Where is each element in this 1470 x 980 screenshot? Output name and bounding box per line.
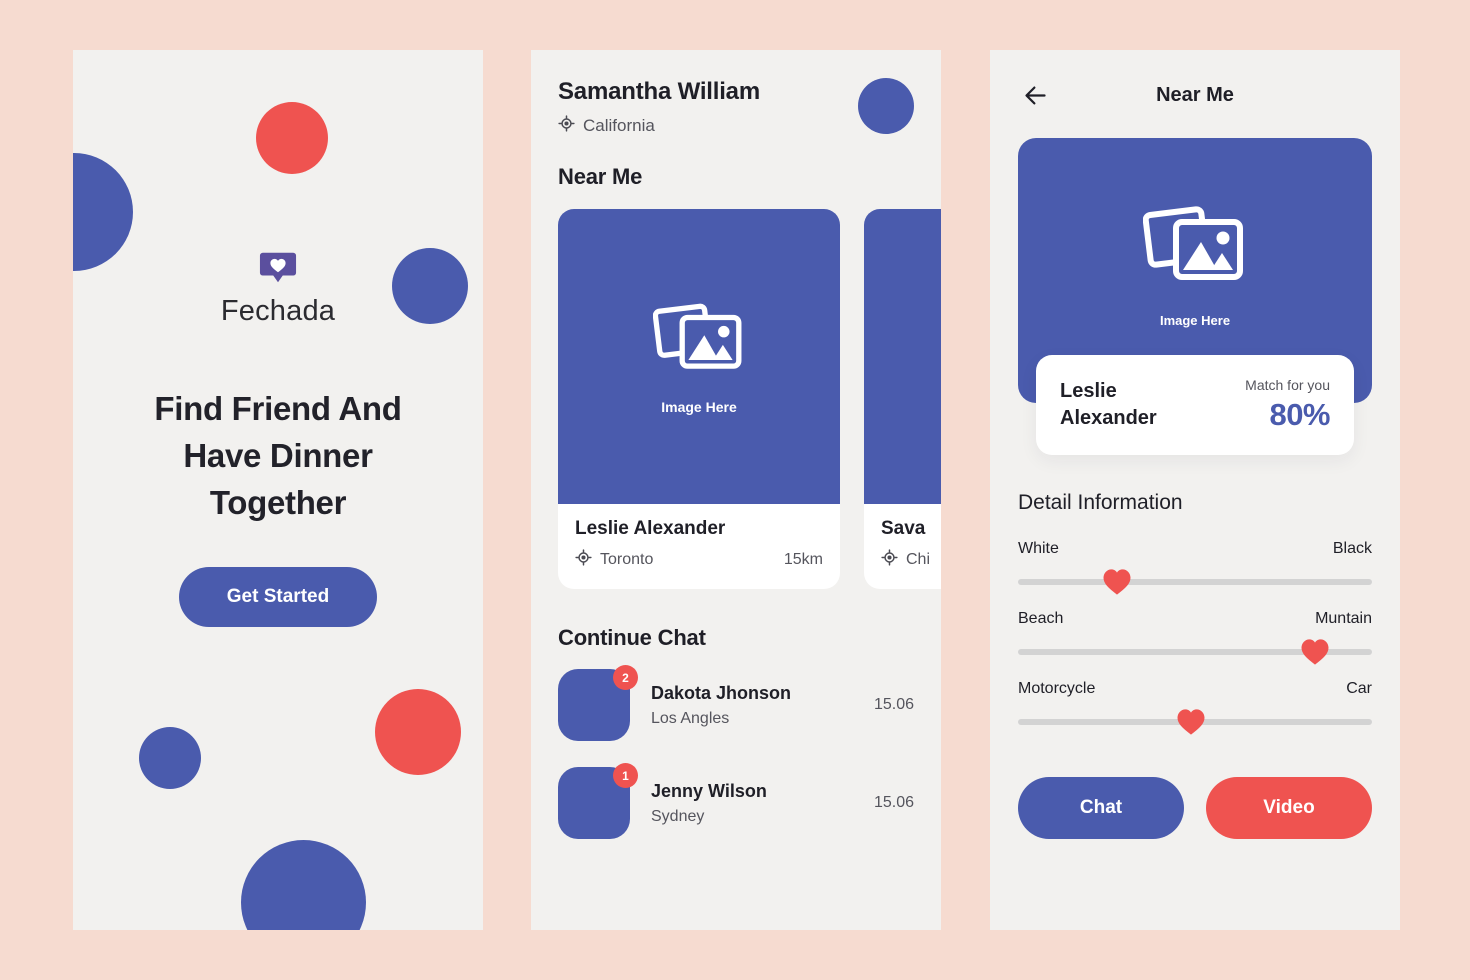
near-me-card-list[interactable]: Image Here Leslie Alexander Toronto 15km <box>558 209 941 589</box>
card-distance: 15km <box>783 551 823 568</box>
card-city-label: Toronto <box>600 551 654 568</box>
screen-onboarding: Fechada Find Friend And Have Dinner Toge… <box>73 50 483 930</box>
slider-label-right: Black <box>1332 540 1372 557</box>
card-photo: Image Here <box>558 209 840 504</box>
preference-slider[interactable]: Beach Muntain <box>1018 610 1372 665</box>
image-placeholder-label: Image Here <box>661 399 737 415</box>
card-city: Toronto <box>575 549 653 571</box>
heart-icon[interactable] <box>1103 569 1132 596</box>
chat-person-city: Sydney <box>651 807 705 825</box>
near-me-card[interactable]: Image Here Leslie Alexander Toronto 15km <box>558 209 840 589</box>
chat-time: 15.06 <box>873 794 914 811</box>
card-photo: Image Here <box>864 209 941 504</box>
card-city: Chi <box>881 549 930 571</box>
user-location-label: California <box>583 116 655 135</box>
continue-chat-title: Continue Chat <box>558 625 706 650</box>
heart-icon[interactable] <box>1177 709 1206 736</box>
slider-track[interactable] <box>1018 639 1372 665</box>
arrow-left-icon[interactable] <box>1018 78 1052 112</box>
preference-slider[interactable]: White Black <box>1018 540 1372 595</box>
card-person-name: Leslie Alexander <box>575 518 726 539</box>
chat-list: 2 Dakota Jhonson Los Angles 15.06 1 Jenn… <box>558 665 914 839</box>
decorative-circle-3 <box>139 727 201 789</box>
video-button[interactable]: Video <box>1206 777 1372 839</box>
screen-near-me: Samantha William California Near Me Imag… <box>531 50 941 930</box>
chat-list-item[interactable]: 2 Dakota Jhonson Los Angles 15.06 <box>558 665 914 741</box>
unread-badge: 1 <box>613 763 638 788</box>
user-location: California <box>558 115 760 137</box>
decorative-circle-4 <box>375 689 461 775</box>
gps-target-icon <box>881 549 898 571</box>
slider-track[interactable] <box>1018 709 1372 735</box>
chat-list-item[interactable]: 1 Jenny Wilson Sydney 15.06 <box>558 763 914 839</box>
slider-label-right: Car <box>1346 680 1372 697</box>
preference-slider[interactable]: Motorcycle Car <box>1018 680 1372 735</box>
poster-canvas: Fechada Find Friend And Have Dinner Toge… <box>0 0 1470 980</box>
chat-avatar-wrap: 1 <box>558 763 638 839</box>
image-placeholder-icon <box>1142 200 1247 301</box>
card-city-label: Chi <box>906 551 931 568</box>
unread-badge: 2 <box>613 665 638 690</box>
near-me-section-title: Near Me <box>558 164 643 189</box>
chat-time: 15.06 <box>873 696 914 713</box>
slider-label-left: Beach <box>1018 610 1064 627</box>
onboarding-content: Fechada Find Friend And Have Dinner Toge… <box>73 50 483 627</box>
chat-person-city: Los Angles <box>651 709 730 727</box>
slider-label-left: Motorcycle <box>1018 680 1096 697</box>
image-placeholder-icon <box>652 298 745 388</box>
match-percent: 80% <box>1269 397 1330 432</box>
detail-header: Near Me <box>1018 75 1372 115</box>
detail-hero-photo[interactable]: Image Here Leslie Alexander Match for yo… <box>1018 138 1372 455</box>
heart-icon[interactable] <box>1301 639 1330 666</box>
match-label: Match for you <box>1245 377 1330 393</box>
near-me-card[interactable]: Image Here Sava Chi <box>864 209 941 589</box>
card-person-name: Sava <box>881 518 926 539</box>
image-placeholder-label: Image Here <box>1159 313 1231 328</box>
detail-information-title: Detail Information <box>1018 491 1183 514</box>
slider-track[interactable] <box>1018 569 1372 595</box>
detail-actions: Chat Video <box>1018 777 1372 839</box>
profile-header: Samantha William California <box>558 78 914 137</box>
slider-label-right: Muntain <box>1315 610 1372 627</box>
match-name: Leslie Alexander <box>1060 380 1157 429</box>
user-name: Samantha William <box>558 78 760 105</box>
preference-slider-list: White Black Beach Muntain Motorcycle Car <box>1018 540 1372 735</box>
chat-heart-icon <box>259 248 297 286</box>
chat-avatar-wrap: 2 <box>558 665 638 741</box>
chat-button[interactable]: Chat <box>1018 777 1184 839</box>
chat-person-name: Jenny Wilson <box>651 780 767 801</box>
avatar[interactable] <box>858 78 914 134</box>
chat-person-name: Dakota Jhonson <box>651 682 792 703</box>
page-title: Find Friend And Have Dinner Together <box>154 390 402 521</box>
decorative-circle-5 <box>241 840 366 930</box>
screen-detail: Near Me Image Here Leslie Alexander Matc… <box>990 50 1400 930</box>
brand-name: Fechada <box>220 295 336 327</box>
get-started-button[interactable]: Get Started <box>179 566 377 627</box>
gps-target-icon <box>558 115 575 137</box>
gps-target-icon <box>575 549 592 571</box>
slider-label-left: White <box>1018 540 1059 557</box>
match-card: Leslie Alexander Match for you 80% <box>1036 355 1354 455</box>
